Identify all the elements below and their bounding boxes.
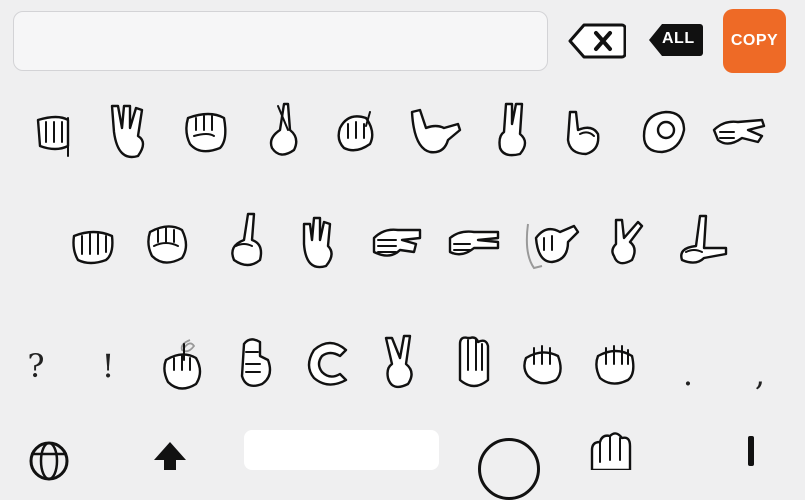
sign-j-key[interactable] xyxy=(522,216,580,274)
sign-f-key[interactable] xyxy=(296,214,354,272)
sign-hand-icon xyxy=(384,334,413,389)
sign-s2-key[interactable] xyxy=(142,216,200,274)
sign-z-key[interactable] xyxy=(158,338,216,396)
sign-u-key[interactable] xyxy=(484,100,542,158)
sign-hand-icon xyxy=(185,112,227,153)
sign-hand-icon xyxy=(611,218,644,265)
sign-hand-icon xyxy=(523,345,562,385)
sign-hand-icon xyxy=(307,341,348,386)
globe-icon xyxy=(29,441,69,481)
sign-x-key[interactable] xyxy=(232,334,290,392)
space-bar[interactable] xyxy=(244,430,439,470)
sign-g-key[interactable] xyxy=(370,218,428,276)
sign-hand-icon xyxy=(231,212,263,267)
period-key[interactable]: . xyxy=(668,346,708,402)
sign-hand-icon xyxy=(566,110,600,156)
sign-hand-icon xyxy=(458,336,490,388)
sign-r-key[interactable] xyxy=(258,100,316,158)
sign-d-key[interactable] xyxy=(222,212,280,270)
question-mark-key[interactable]: ? xyxy=(16,338,56,394)
text-input-field[interactable] xyxy=(13,11,548,71)
sign-hand-button[interactable] xyxy=(586,430,634,472)
delete-bar-key[interactable] xyxy=(748,436,754,466)
sign-hand-icon xyxy=(269,102,298,156)
sign-hand-icon xyxy=(36,115,70,157)
sign-i-key[interactable] xyxy=(558,104,616,162)
sign-hand-icon xyxy=(410,108,462,154)
sign-hand-icon xyxy=(337,111,374,152)
sign-hand-icon xyxy=(163,339,202,390)
comma-key[interactable]: , xyxy=(740,346,780,402)
shift-icon xyxy=(154,442,186,470)
sign-c-key[interactable] xyxy=(302,336,360,394)
sign-m-key[interactable] xyxy=(590,336,648,394)
shift-button[interactable] xyxy=(152,440,188,470)
sign-hand-icon xyxy=(712,118,766,145)
sign-hand-icon xyxy=(525,223,580,270)
select-all-button[interactable]: ALL xyxy=(648,22,704,58)
backspace-button[interactable] xyxy=(568,22,627,60)
circle-button[interactable] xyxy=(478,438,540,500)
sign-e-key[interactable] xyxy=(332,106,390,164)
sign-o-key[interactable] xyxy=(636,106,694,164)
sign-hand-icon xyxy=(680,214,728,264)
sign-h-key[interactable] xyxy=(446,220,504,278)
sign-hand-icon xyxy=(240,338,272,387)
sign-hand-icon xyxy=(110,104,145,159)
copy-button[interactable]: COPY xyxy=(723,9,786,73)
exclamation-mark-key[interactable]: ! xyxy=(88,338,128,394)
sign-hand-icon xyxy=(595,345,635,385)
sign-w-key[interactable] xyxy=(104,100,162,159)
sign-a2-key[interactable] xyxy=(66,216,124,274)
sign-n-key[interactable] xyxy=(518,336,576,394)
sign-hand-icon xyxy=(372,228,422,257)
sign-v-key[interactable] xyxy=(376,334,434,392)
sign-k-key[interactable] xyxy=(598,214,656,272)
sign-y-key[interactable] xyxy=(408,104,466,162)
sign-hand-icon xyxy=(448,230,500,256)
sign-hand-icon xyxy=(642,110,686,154)
backspace-icon xyxy=(568,23,627,59)
all-label: ALL xyxy=(662,30,695,47)
globe-button[interactable] xyxy=(28,440,70,482)
sign-hand-icon xyxy=(72,230,114,265)
sign-p-key[interactable] xyxy=(710,108,768,166)
sign-hand-icon xyxy=(590,432,632,472)
sign-hand-icon xyxy=(498,102,527,157)
sign-s-key[interactable] xyxy=(180,106,238,164)
sign-hand-icon xyxy=(147,225,188,264)
sign-hand-icon xyxy=(302,216,333,269)
sign-l-key[interactable] xyxy=(674,212,732,270)
sign-a-key[interactable] xyxy=(32,104,90,162)
sign-b-key[interactable] xyxy=(450,334,508,392)
